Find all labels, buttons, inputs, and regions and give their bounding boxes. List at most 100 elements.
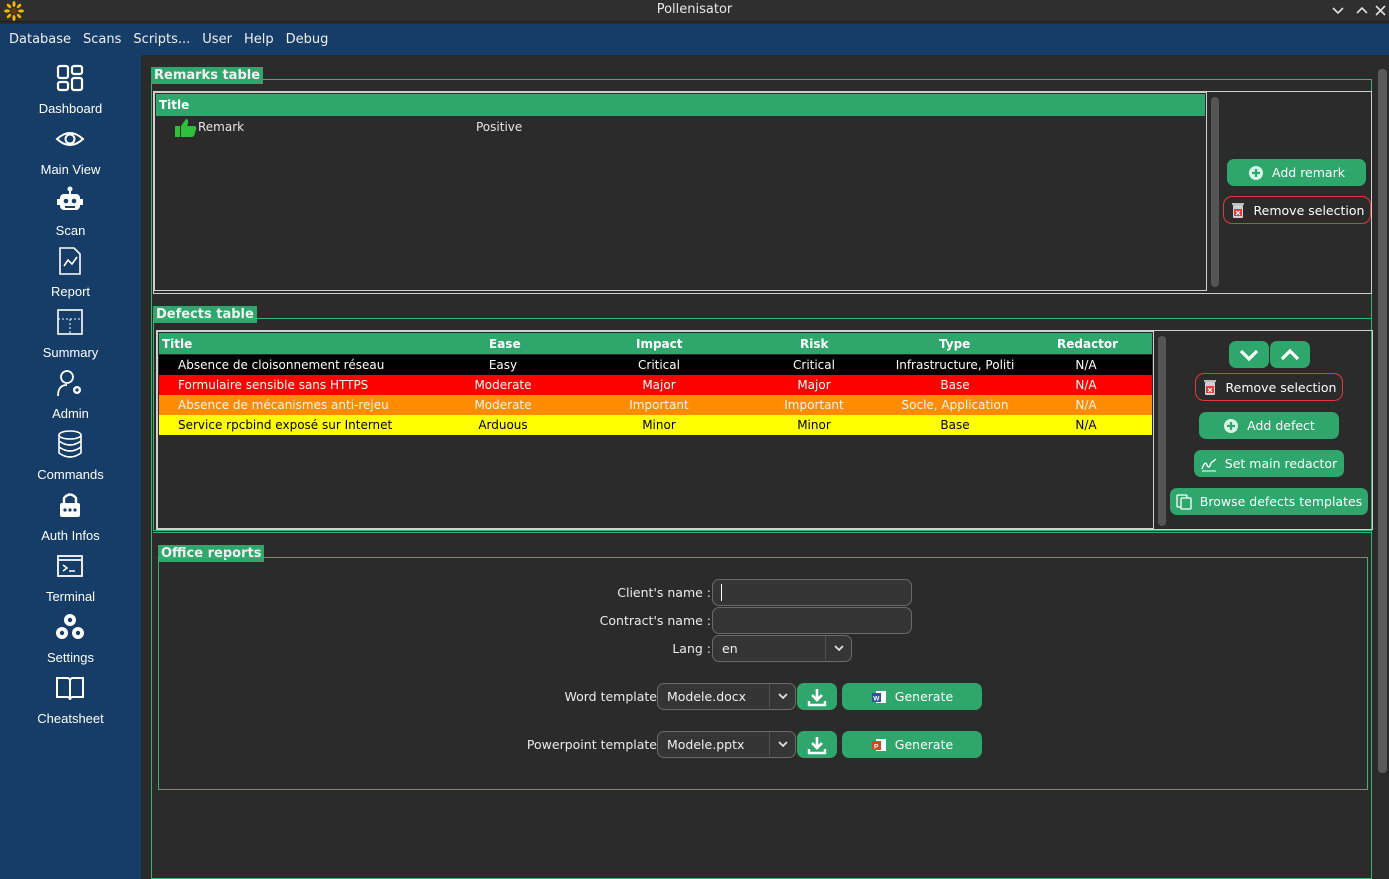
defect-type: Infrastructure, Politi xyxy=(895,358,1015,372)
dashboard-icon xyxy=(56,64,84,92)
word-icon: W xyxy=(871,690,886,703)
sidebar-item-auth-infos[interactable]: Auth Infos xyxy=(0,486,141,547)
add-defect-label: Add defect xyxy=(1247,418,1315,433)
office-separator xyxy=(153,532,1372,533)
svg-text:W: W xyxy=(873,695,880,702)
defect-redactor: N/A xyxy=(1075,418,1097,432)
generate-word-label: Generate xyxy=(894,689,954,704)
download-icon xyxy=(807,736,827,754)
gears-icon xyxy=(56,614,84,639)
add-defect-button[interactable]: Add defect xyxy=(1199,412,1339,439)
menu-debug[interactable]: Debug xyxy=(280,32,335,47)
table-row[interactable]: Absence de mécanismes anti-rejeu Moderate… xyxy=(159,395,1152,415)
powerpoint-template-select[interactable]: Modele.pptx xyxy=(657,731,796,758)
close-icon[interactable] xyxy=(1372,0,1389,22)
remove-defect-button[interactable]: Remove selection xyxy=(1195,373,1343,401)
chevron-down-icon xyxy=(769,732,795,756)
sidebar-item-label: Summary xyxy=(42,345,99,360)
sidebar-item-label: Commands xyxy=(37,467,104,482)
table-row[interactable]: Absence de cloisonnement réseau Easy Criti… xyxy=(159,355,1152,375)
thumbs-up-icon xyxy=(175,119,197,137)
table-row[interactable]: Formulaire sensible sans HTTPS Moderate Ma… xyxy=(159,375,1152,395)
defect-redactor: N/A xyxy=(1075,378,1097,392)
chevron-down-icon xyxy=(769,684,795,708)
defect-title: Formulaire sensible sans HTTPS xyxy=(178,378,369,392)
sidebar-item-commands[interactable]: Commands xyxy=(0,425,141,486)
minimize-icon[interactable] xyxy=(1327,0,1349,22)
defect-risk: Minor xyxy=(797,418,831,432)
defects-scrollbar[interactable] xyxy=(1158,336,1166,526)
defect-risk: Important xyxy=(784,398,844,412)
main-panel: Remarks table Title Remark Positive Add … xyxy=(141,55,1389,879)
menu-bar: Database Scans Scripts... User Help Debu… xyxy=(0,24,1389,55)
sidebar-item-label: Cheatsheet xyxy=(37,711,104,726)
sidebar-item-summary[interactable]: Summary xyxy=(0,303,141,364)
defect-ease: Moderate xyxy=(474,398,532,412)
download-powerpoint-template-button[interactable] xyxy=(797,731,837,758)
lang-select[interactable]: en xyxy=(712,635,852,662)
sidebar-item-dashboard[interactable]: Dashboard xyxy=(0,59,141,120)
defect-ease: Moderate xyxy=(474,378,532,392)
remove-remark-button[interactable]: Remove selection xyxy=(1223,196,1371,224)
browse-defects-templates-label: Browse defects templates xyxy=(1199,494,1363,509)
browse-defects-templates-button[interactable]: Browse defects templates xyxy=(1170,488,1368,515)
generate-powerpoint-button[interactable]: P Generate xyxy=(842,731,982,758)
defect-risk: Critical xyxy=(793,358,835,372)
table-row[interactable]: Remark Positive xyxy=(156,117,1205,137)
sidebar: Dashboard Main View Scan Report Summary xyxy=(0,55,141,879)
defect-type: Base xyxy=(940,418,970,432)
sidebar-item-main-view[interactable]: Main View xyxy=(0,120,141,181)
sidebar-item-report[interactable]: Report xyxy=(0,242,141,303)
defect-redactor: N/A xyxy=(1075,358,1097,372)
move-down-button[interactable] xyxy=(1229,341,1269,368)
download-word-template-button[interactable] xyxy=(797,683,837,710)
main-scrollbar[interactable] xyxy=(1378,69,1387,773)
admin-icon xyxy=(57,370,81,397)
report-icon xyxy=(59,247,81,275)
add-icon xyxy=(1224,418,1239,433)
sidebar-item-label: Main View xyxy=(40,162,101,177)
sidebar-item-cheatsheet[interactable]: Cheatsheet xyxy=(0,669,141,730)
word-template-value: Modele.docx xyxy=(667,689,747,704)
sidebar-item-settings[interactable]: Settings xyxy=(0,608,141,669)
column-header-title: Title xyxy=(159,98,190,112)
move-up-button[interactable] xyxy=(1270,341,1310,368)
menu-help[interactable]: Help xyxy=(238,32,280,47)
column-header-title: Title xyxy=(162,337,193,351)
sidebar-item-label: Report xyxy=(50,284,91,299)
sidebar-item-label: Scan xyxy=(55,223,86,238)
defect-ease: Easy xyxy=(488,358,518,372)
generate-word-button[interactable]: W Generate xyxy=(842,683,982,710)
add-remark-button[interactable]: Add remark xyxy=(1227,159,1366,186)
table-row[interactable]: Service rpcbind exposé sur Internet Arduo… xyxy=(159,415,1152,435)
remarks-scrollbar[interactable] xyxy=(1211,97,1219,287)
menu-scans[interactable]: Scans xyxy=(77,32,127,47)
book-icon xyxy=(56,677,84,701)
set-main-redactor-button[interactable]: Set main redactor xyxy=(1194,450,1344,477)
text-cursor xyxy=(721,584,722,601)
client-name-input[interactable] xyxy=(712,579,912,606)
maximize-icon[interactable] xyxy=(1351,0,1373,22)
sidebar-item-terminal[interactable]: Terminal xyxy=(0,547,141,608)
sidebar-item-scan[interactable]: Scan xyxy=(0,181,141,242)
contract-name-input[interactable] xyxy=(712,607,912,634)
menu-scripts[interactable]: Scripts... xyxy=(127,32,196,47)
defect-ease: Arduous xyxy=(478,418,528,432)
sidebar-item-label: Auth Infos xyxy=(41,528,100,543)
defect-title: Absence de mécanismes anti-rejeu xyxy=(178,398,389,412)
powerpoint-icon: P xyxy=(871,738,886,751)
word-template-select[interactable]: Modele.docx xyxy=(657,683,796,710)
trash-icon xyxy=(1231,203,1244,218)
remarks-table-header: Title xyxy=(156,94,1205,116)
svg-text:P: P xyxy=(874,743,879,750)
remarks-section-title: Remarks table xyxy=(151,67,264,84)
generate-powerpoint-label: Generate xyxy=(894,737,954,752)
lock-icon xyxy=(60,493,80,517)
menu-database[interactable]: Database xyxy=(3,32,77,47)
menu-user[interactable]: User xyxy=(196,32,238,47)
defect-title: Service rpcbind exposé sur Internet xyxy=(178,418,393,432)
sidebar-item-admin[interactable]: Admin xyxy=(0,364,141,425)
add-remark-label: Add remark xyxy=(1272,165,1345,180)
column-header-redactor: Redactor xyxy=(1057,337,1119,351)
download-icon xyxy=(807,688,827,706)
